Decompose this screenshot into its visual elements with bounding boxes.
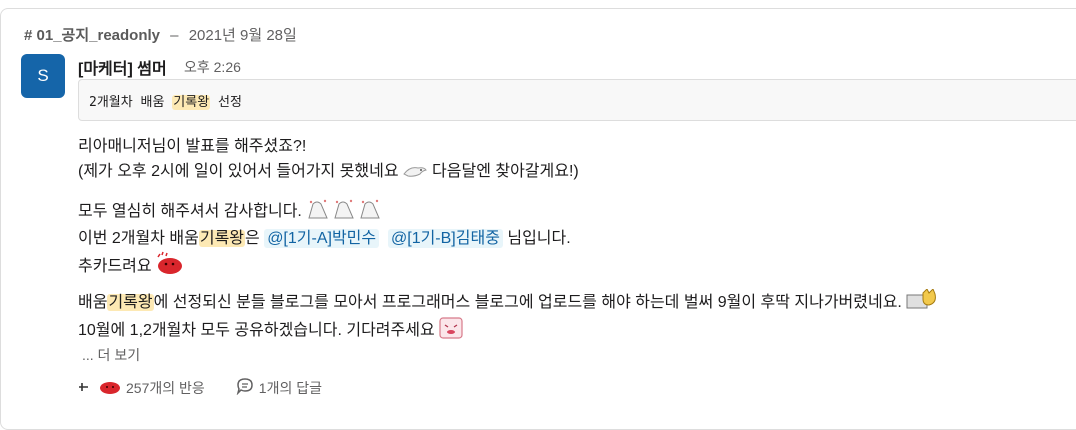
context-separator: – — [170, 27, 179, 44]
reaction-bar: 257개의 반응 1개의 답글 — [78, 377, 322, 398]
message-line-4-b: 은 — [245, 230, 265, 247]
message-line-2-end: 다음달엔 찾아갈게요!) — [427, 163, 579, 180]
message-line-2-text: (제가 오후 2시에 일이 있어서 들어가지 못했네요 — [78, 163, 399, 180]
mention-park-minsu[interactable]: @[1기-A]박민수 — [264, 229, 380, 248]
record-king-highlight: 기록왕 — [198, 230, 246, 247]
reaction-count: 257개의 반응 — [126, 379, 205, 396]
message-line-5-text: 추카드려요 — [78, 258, 152, 275]
reactions-summary[interactable]: 257개의 반응 — [78, 377, 205, 398]
message-line-2: (제가 오후 2시에 일이 있어서 들어가지 못했네요 다음달엔 찾아갈게요!) — [78, 157, 579, 185]
code-text-post: 선정 — [210, 95, 242, 110]
message-line-6-a: 배움 — [78, 294, 108, 311]
message-line-3-text: 모두 열심히 해주셔서 감사합니다. — [78, 203, 302, 220]
thread-replies[interactable]: 1개의 답글 — [235, 377, 322, 398]
message-line-6-b: 에 선정되신 분들 블로그를 모아서 프로그래머스 블로그에 업로드를 해야 하… — [153, 294, 902, 311]
cat-computer-emoji-icon[interactable] — [905, 288, 939, 316]
replies-count: 1개의 답글 — [258, 379, 322, 396]
message-line-4-a: 이번 2개월차 배움 — [78, 230, 199, 247]
record-king-highlight-2: 기록왕 — [107, 294, 154, 311]
channel-name[interactable]: # 01_공지_readonly — [24, 27, 160, 44]
message-line-4: 이번 2개월차 배움기록왕은 @[1기-A]박민수 @[1기-B]김태중 님입니… — [78, 224, 571, 248]
avatar[interactable]: S — [21, 54, 65, 98]
message-line-5: 추카드려요 — [78, 251, 183, 280]
code-text-pre: 2개월차 배움 — [89, 95, 173, 110]
mention-kim-taejung[interactable]: @[1기-B]김태중 — [388, 229, 503, 248]
reaction-emoji-icon — [78, 377, 122, 398]
message-date[interactable]: 2021년 9월 28일 — [189, 27, 297, 44]
avatar-letter: S — [37, 66, 49, 85]
message-line-4-c: 님입니다. — [502, 230, 571, 247]
message-line-6: 배움기록왕에 선정되신 분들 블로그를 모아서 프로그래머스 블로그에 업로드를… — [78, 288, 939, 316]
red-blob-emoji-icon[interactable] — [155, 251, 183, 280]
message-time[interactable]: 오후 2:26 — [184, 57, 241, 77]
code-text: 2개월차 배움 기록왕 선정 — [89, 91, 242, 110]
code-block: 2개월차 배움 기록왕 선정 — [78, 79, 1076, 121]
comment-icon — [235, 377, 255, 398]
message-line-3: 모두 열심히 해주셔서 감사합니다. — [78, 197, 385, 225]
see-more-link[interactable]: ... 더 보기 — [82, 345, 140, 365]
message-line-1: 리아매니저님이 발표를 해주셨죠?! — [78, 138, 307, 155]
channel-context: # 01_공지_readonly – 2021년 9월 28일 — [24, 24, 297, 45]
message-line-7-text: 10월에 1,2개월차 모두 공유하겠습니다. 기다려주세요 — [78, 322, 435, 339]
pink-face-emoji-icon[interactable] — [438, 317, 464, 344]
code-highlight: 기록왕 — [172, 95, 211, 110]
clapping-hands-emoji-icon[interactable] — [305, 198, 385, 225]
bird-emoji-icon[interactable] — [402, 162, 428, 185]
message-line-7: 10월에 1,2개월차 모두 공유하겠습니다. 기다려주세요 — [78, 316, 464, 344]
author-name[interactable]: [마케터] 썸머 — [78, 55, 167, 79]
